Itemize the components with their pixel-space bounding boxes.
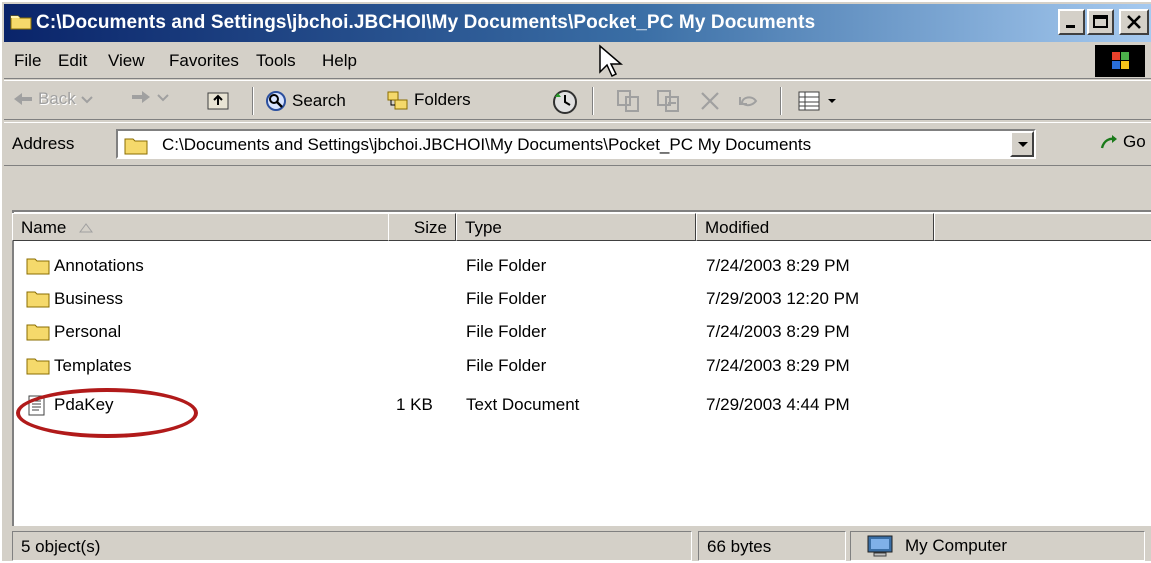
menu-file[interactable]: File (14, 51, 41, 71)
chevron-down-icon (1018, 142, 1028, 147)
views-button[interactable] (796, 89, 838, 113)
file-type: Text Document (466, 395, 580, 414)
file-size: 1 KB (396, 395, 433, 414)
file-type: File Folder (466, 356, 547, 375)
title-bar[interactable]: C:\Documents and Settings\jbchoi.JBCHOI\… (4, 4, 1151, 42)
minimize-icon (1066, 25, 1075, 28)
chevron-down-icon (828, 99, 836, 103)
forward-arrow-icon (132, 91, 150, 103)
column-header-empty (934, 213, 1151, 241)
chevron-down-icon (157, 94, 169, 102)
folder-icon (26, 255, 50, 280)
address-input[interactable]: C:\Documents and Settings\jbchoi.JBCHOI\… (116, 129, 1036, 159)
copy-to-icon (657, 90, 679, 112)
toolbar-separator (252, 87, 254, 115)
address-label: Address (12, 134, 75, 153)
up-folder-icon (207, 92, 229, 110)
explorer-window: C:\Documents and Settings\jbchoi.JBCHOI\… (0, 0, 1151, 561)
menu-bar: File Edit View Favorites Tools Help (4, 43, 1151, 79)
status-bar: 5 object(s) 66 bytes My Computer (4, 526, 1151, 563)
folders-button[interactable]: Folders (386, 89, 471, 111)
zone-label: My Computer (905, 536, 1008, 555)
undo-button[interactable] (736, 89, 762, 113)
window-title: C:\Documents and Settings\jbchoi.JBCHOI\… (36, 12, 816, 33)
toolbar-separator (592, 87, 594, 115)
list-item[interactable]: Personal File Folder 7/24/2003 8:29 PM (12, 317, 1112, 349)
go-arrow-icon (1100, 135, 1117, 149)
file-modified: 7/29/2003 12:20 PM (706, 289, 860, 308)
toolbar-separator (780, 87, 782, 115)
folder-icon (26, 288, 50, 313)
address-bar: Address C:\Documents and Settings\jbchoi… (4, 122, 1151, 166)
history-icon (553, 90, 577, 114)
go-button[interactable]: Go (1098, 132, 1146, 152)
file-modified: 7/24/2003 8:29 PM (706, 256, 850, 275)
file-type: File Folder (466, 256, 547, 275)
back-label: Back (38, 89, 76, 108)
folder-icon (26, 321, 50, 346)
menu-favorites[interactable]: Favorites (169, 51, 239, 71)
mouse-cursor-icon (599, 44, 624, 78)
menu-help[interactable]: Help (322, 51, 357, 71)
status-object-count: 5 object(s) (12, 531, 692, 561)
list-item[interactable]: Business File Folder 7/29/2003 12:20 PM (12, 284, 1112, 316)
folders-label: Folders (414, 90, 471, 109)
close-button[interactable] (1119, 9, 1149, 35)
close-icon (1127, 15, 1141, 29)
file-modified: 7/24/2003 8:29 PM (706, 356, 850, 375)
column-header-modified[interactable]: Modified (696, 213, 934, 241)
status-bytes: 66 bytes (698, 531, 846, 561)
file-modified: 7/29/2003 4:44 PM (706, 395, 850, 414)
file-type: File Folder (466, 289, 547, 308)
my-computer-icon (867, 535, 893, 557)
copy-to-button[interactable] (656, 89, 682, 113)
forward-button[interactable] (130, 89, 170, 105)
highlight-circle (16, 388, 198, 438)
status-zone: My Computer (850, 531, 1145, 561)
menu-tools[interactable]: Tools (256, 51, 296, 71)
sort-ascending-icon (79, 223, 94, 233)
search-button[interactable]: Search (264, 89, 346, 113)
menu-edit[interactable]: Edit (58, 51, 87, 71)
up-folder-button[interactable] (206, 89, 230, 111)
list-item[interactable]: Templates File Folder 7/24/2003 8:29 PM (12, 351, 1112, 383)
column-header-size[interactable]: Size (388, 213, 456, 241)
folder-icon (10, 12, 32, 35)
folders-icon (387, 91, 408, 110)
maximize-icon (1093, 15, 1108, 28)
delete-icon (701, 92, 719, 110)
file-name: Annotations (54, 256, 144, 275)
address-dropdown-button[interactable] (1010, 131, 1034, 157)
views-icon (798, 91, 820, 111)
column-header-row: Name Size Type Modified (12, 213, 1151, 241)
file-name: Personal (54, 322, 122, 341)
move-to-button[interactable] (616, 89, 642, 113)
file-name: Templates (54, 356, 132, 375)
file-type: File Folder (466, 322, 547, 341)
list-item[interactable]: Annotations File Folder 7/24/2003 8:29 P… (12, 251, 1112, 283)
menu-view[interactable]: View (108, 51, 145, 71)
move-to-icon (617, 90, 639, 112)
delete-button[interactable] (698, 89, 722, 113)
back-arrow-icon (14, 93, 32, 105)
windows-logo-icon (1095, 45, 1145, 77)
minimize-button[interactable] (1058, 9, 1085, 35)
history-button[interactable] (552, 89, 578, 115)
undo-icon (739, 96, 758, 107)
search-label: Search (292, 91, 346, 110)
go-label: Go (1123, 132, 1146, 151)
column-header-type[interactable]: Type (456, 213, 696, 241)
chevron-down-icon (81, 96, 93, 104)
search-icon (266, 91, 286, 111)
folder-icon (26, 355, 50, 380)
folder-icon (124, 135, 148, 160)
toolbar: Back Search Folders (4, 80, 1151, 120)
file-name: Business (54, 289, 123, 308)
back-button[interactable]: Back (12, 89, 94, 109)
address-value: C:\Documents and Settings\jbchoi.JBCHOI\… (162, 135, 812, 154)
file-modified: 7/24/2003 8:29 PM (706, 322, 850, 341)
maximize-button[interactable] (1087, 9, 1114, 35)
